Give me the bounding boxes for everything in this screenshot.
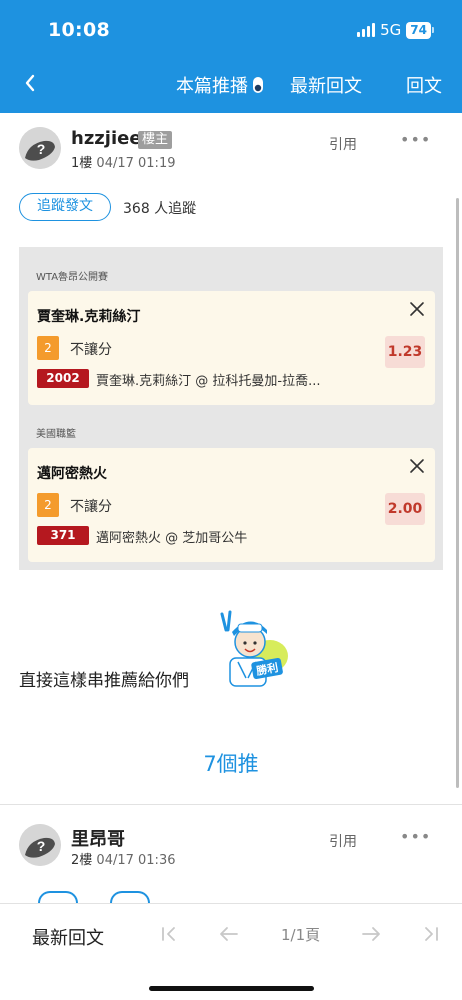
follower-count: 368 人追蹤 <box>123 201 197 217</box>
home-indicator <box>149 986 314 991</box>
svg-text:?: ? <box>37 838 46 854</box>
page-indicator[interactable]: 1/1頁 <box>281 924 320 945</box>
victory-sticker: 勝利 <box>220 610 288 687</box>
quote-button[interactable]: 引用 <box>329 831 357 851</box>
close-icon[interactable] <box>407 456 427 476</box>
more-options-button[interactable]: ••• <box>400 130 431 149</box>
league-name: WTA魯昂公開賽 <box>36 272 109 283</box>
op-badge: 樓主 <box>138 131 173 149</box>
avatar[interactable]: ? <box>19 127 61 169</box>
bet-card[interactable]: 賈奎琳.克莉絲汀 2 不讓分 1.23 2002 賈奎琳.克莉絲汀 @ 拉科托曼… <box>28 291 435 405</box>
close-icon[interactable] <box>407 299 427 319</box>
game-number-badge: 2002 <box>37 369 89 388</box>
matchup: 邁阿密熱火 @ 芝加哥公牛 <box>96 531 248 546</box>
default-avatar-icon: ? <box>19 127 61 169</box>
next-page-icon[interactable] <box>358 921 384 947</box>
odds-badge: 1.23 <box>385 336 425 368</box>
bell-toggle-icon <box>253 77 263 93</box>
latest-reply-button[interactable]: 最新回文 <box>32 924 104 950</box>
default-avatar-icon: ? <box>19 824 61 866</box>
bottom-bar: 最新回文 1/1頁 <box>0 903 462 1000</box>
post-divider <box>0 804 462 805</box>
sticker-peek <box>110 891 150 903</box>
back-button[interactable] <box>24 68 52 98</box>
network-label: 5G <box>380 21 402 39</box>
sticker-peek <box>38 891 78 903</box>
post-timestamp: 04/17 01:19 <box>96 156 176 171</box>
pick-type: 不讓分 <box>70 342 112 358</box>
latest-reply-link[interactable]: 最新回文 <box>290 72 362 98</box>
post-timestamp: 04/17 01:36 <box>96 853 176 868</box>
author-name[interactable]: 里昂哥 <box>71 825 125 851</box>
signal-icon <box>357 23 376 37</box>
first-page-icon[interactable] <box>156 921 182 947</box>
quote-button[interactable]: 引用 <box>329 134 357 154</box>
bet-card[interactable]: 邁阿密熱火 2 不讓分 2.00 371 邁阿密熱火 @ 芝加哥公牛 <box>28 448 435 562</box>
author-name[interactable]: hzzjiee <box>71 128 142 149</box>
top-bar: 10:08 5G 74 本篇推播 最新回文 回文 <box>0 0 462 113</box>
pick-title: 賈奎琳.克莉絲汀 <box>37 309 141 325</box>
svg-text:?: ? <box>37 141 46 157</box>
pick-number-badge: 2 <box>37 493 59 517</box>
reply-link[interactable]: 回文 <box>406 72 442 98</box>
pick-type: 不讓分 <box>70 499 112 515</box>
more-options-button[interactable]: ••• <box>400 827 431 846</box>
floor-number: 2樓 <box>71 853 93 868</box>
prev-page-icon[interactable] <box>216 921 242 947</box>
floor-info: 1樓 04/17 01:19 <box>71 152 175 171</box>
push-broadcast-button[interactable]: 本篇推播 <box>176 72 264 98</box>
follow-button[interactable]: 追蹤發文 <box>19 193 111 221</box>
last-page-icon[interactable] <box>418 921 444 947</box>
post-text: 直接這樣串推薦給你們 <box>19 671 189 691</box>
battery-level: 74 <box>406 21 431 39</box>
battery-icon: 74 <box>406 21 434 39</box>
status-time: 10:08 <box>48 19 110 41</box>
push-broadcast-label: 本篇推播 <box>176 76 248 97</box>
push-count-button[interactable]: 7個推 <box>0 748 462 778</box>
game-number-badge: 371 <box>37 526 89 545</box>
chevron-left-icon <box>25 74 35 92</box>
avatar[interactable]: ? <box>19 824 61 866</box>
odds-badge: 2.00 <box>385 493 425 525</box>
floor-info: 2樓 04/17 01:36 <box>71 849 175 868</box>
matchup: 賈奎琳.克莉絲汀 @ 拉科托曼加-拉喬... <box>96 374 321 389</box>
nav-row: 本篇推播 最新回文 回文 <box>0 66 462 102</box>
floor-number: 1樓 <box>71 156 93 171</box>
scrollbar[interactable] <box>456 198 459 788</box>
parlay-box: WTA魯昂公開賽 賈奎琳.克莉絲汀 2 不讓分 1.23 2002 賈奎琳.克莉… <box>19 247 443 570</box>
pick-number-badge: 2 <box>37 336 59 360</box>
pick-title: 邁阿密熱火 <box>37 466 107 482</box>
league-name: 美國職籃 <box>36 429 76 440</box>
status-indicators: 5G 74 <box>357 21 434 39</box>
